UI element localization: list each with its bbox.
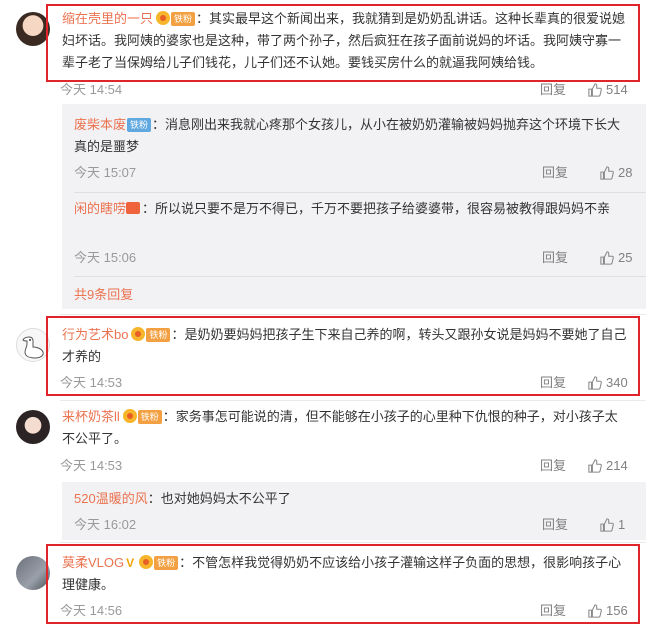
fan-badge: 铁粉	[146, 328, 171, 342]
username[interactable]: 缩在壳里的一只	[62, 11, 153, 26]
reply-item: 闲的瞎唠 ：所以说只要不是万不得已，千万不要把孩子给婆婆带，很容易被教得跟妈妈不亲	[74, 198, 632, 220]
thumbs-up-icon	[600, 166, 614, 180]
username[interactable]: 行为艺术bo	[62, 327, 128, 342]
reply-button[interactable]: 回复	[542, 249, 568, 267]
replies-panel: 废柴本废 铁粉 ：消息刚出来我就心疼那个女孩儿，从小在被奶奶灌输被妈妈抛弃这个环境下…	[62, 104, 646, 309]
thumbs-up-icon	[588, 604, 602, 618]
like-button[interactable]: 514	[588, 81, 628, 99]
reply-button[interactable]: 回复	[542, 164, 568, 182]
like-button[interactable]: 25	[600, 249, 632, 267]
reply-username[interactable]: 闲的瞎唠	[74, 201, 126, 216]
thumbs-up-icon	[588, 459, 602, 473]
vip-icon	[131, 327, 146, 341]
reply-button[interactable]: 回复	[540, 374, 566, 392]
username[interactable]: 莫柔VLOG	[62, 555, 124, 570]
comment-time: 今天 14:56	[60, 603, 123, 618]
fan-badge: 铁粉	[154, 556, 179, 570]
vip-icon	[139, 555, 154, 569]
like-count: 340	[606, 375, 628, 390]
comment-time: 今天 14:53	[60, 375, 123, 390]
reply-text: ：所以说只要不是万不得已，千万不要把孩子给婆婆带，很容易被教得跟妈妈不亲	[142, 201, 611, 216]
avatar[interactable]	[16, 12, 50, 46]
reply-text: ：消息刚出来我就心疼那个女孩儿，从小在被奶奶灌输被妈妈抛弃这个环境下长大真的是噩…	[74, 117, 621, 154]
reply-item: 520温暖的风：也对她妈妈太不公平了	[74, 488, 632, 510]
like-count: 514	[606, 82, 628, 97]
reply-item: 废柴本废 铁粉 ：消息刚出来我就心疼那个女孩儿，从小在被奶奶灌输被妈妈抛弃这个环境下…	[74, 114, 632, 158]
like-count: 214	[606, 458, 628, 473]
comment-item: 缩在壳里的一只 铁粉 ：其实最早这个新闻出来，我就猜到是奶奶乱讲话。这种长辈真的很爱…	[0, 0, 646, 320]
reply-button[interactable]: 回复	[540, 602, 566, 620]
fan-badge: 铁粉	[127, 118, 152, 132]
reply-time: 今天 15:07	[74, 165, 137, 180]
fan-badge: 铁粉	[171, 12, 196, 26]
verified-icon: V	[126, 556, 135, 570]
more-replies-link[interactable]: 共9条回复	[74, 284, 133, 303]
avatar[interactable]	[16, 410, 50, 444]
divider	[74, 276, 646, 277]
like-button[interactable]: 156	[588, 602, 628, 620]
thumbs-up-icon	[588, 376, 602, 390]
comment-time: 今天 14:53	[60, 458, 123, 473]
like-count: 1	[618, 517, 626, 532]
comment-item: 莫柔VLOG V 铁粉 ：不管怎样我觉得奶奶不应该给小孩子灌输这样子负面的思想，很影响…	[0, 542, 646, 627]
like-button[interactable]: 1	[600, 516, 625, 534]
vip-icon	[122, 409, 137, 423]
reply-button[interactable]: 回复	[542, 516, 568, 534]
goose-icon	[22, 336, 44, 359]
thumbs-up-icon	[600, 518, 614, 532]
fan-badge: 铁粉	[137, 410, 162, 424]
like-count: 156	[606, 603, 628, 618]
reply-time: 今天 15:06	[74, 250, 137, 265]
gift-icon	[126, 202, 141, 214]
like-button[interactable]: 340	[588, 374, 628, 392]
comment-item: 行为艺术bo 铁粉 ：是奶奶要妈妈把孩子生下来自己养的啊，转头又跟孙女说是妈妈不要她…	[0, 314, 646, 398]
comment-item: 来杯奶茶ll 铁粉 ：家务事怎可能说的清，但不能够在小孩子的心里种下仇恨的种子，对小…	[0, 400, 646, 540]
avatar[interactable]	[16, 556, 50, 590]
reply-username[interactable]: 废柴本废	[74, 117, 126, 132]
thumbs-up-icon	[588, 83, 602, 97]
comment-time: 今天 14:54	[60, 82, 123, 97]
like-count: 28	[618, 165, 633, 180]
reply-time: 今天 16:02	[74, 517, 137, 532]
username[interactable]: 来杯奶茶ll	[62, 409, 120, 424]
like-count: 25	[618, 250, 633, 265]
thumbs-up-icon	[600, 251, 614, 265]
vip-icon	[156, 11, 171, 25]
reply-username[interactable]: 520温暖的风	[74, 491, 148, 506]
reply-button[interactable]: 回复	[540, 81, 566, 99]
avatar[interactable]	[16, 328, 50, 362]
like-button[interactable]: 28	[600, 164, 632, 182]
replies-panel: 520温暖的风：也对她妈妈太不公平了 今天 16:02 回复 1	[62, 482, 646, 540]
reply-text: ：也对她妈妈太不公平了	[147, 491, 291, 506]
reply-button[interactable]: 回复	[540, 457, 566, 475]
divider	[74, 192, 646, 193]
like-button[interactable]: 214	[588, 457, 628, 475]
